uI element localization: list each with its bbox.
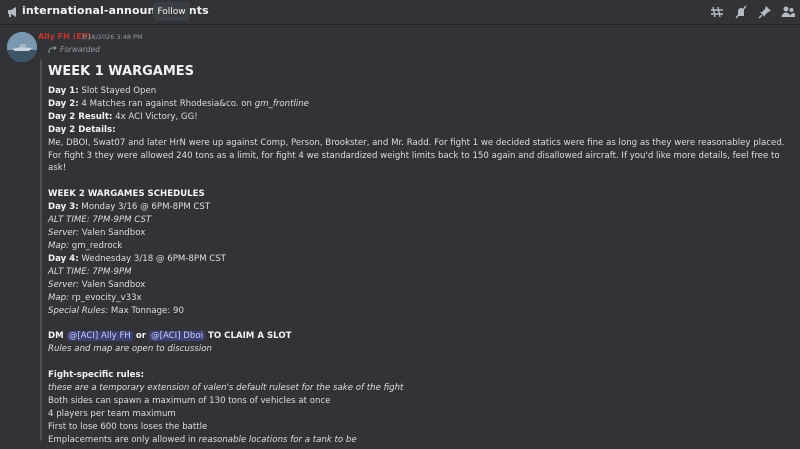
author-avatar[interactable]	[7, 32, 37, 62]
channel-header: international-announcements Follow	[0, 0, 800, 25]
day4-label: Day 4:	[48, 253, 79, 264]
day3-label: Day 3:	[48, 202, 79, 213]
day1-line: Day 1: Slot Stayed Open	[48, 85, 788, 98]
fight-rules-note-line: these are a temporary extension of valen…	[48, 382, 788, 395]
message-timestamp: 3/16/2026 3:48 PM	[81, 33, 143, 41]
message-content: WEEK 1 WARGAMES Day 1: Slot Stayed Open …	[48, 63, 788, 447]
rule-4-italic: reasonable locations for a tank to be	[198, 434, 357, 445]
rules-open-note: Rules and map are open to discussion	[48, 344, 212, 355]
day3-map-value: gm_redrock	[69, 240, 123, 251]
forwarded-label: Forwarded	[60, 45, 100, 54]
pin-icon[interactable]	[758, 5, 772, 19]
rule-1: Both sides can spawn a maximum of 130 to…	[48, 396, 331, 407]
member-list-icon[interactable]	[781, 5, 795, 19]
day4-server-line: Server: Valen Sandbox	[48, 279, 788, 292]
forward-arrow-icon	[48, 45, 57, 53]
mute-icon[interactable]	[734, 5, 748, 19]
day4-alt-time: ALT TIME: 7PM-9PM	[48, 266, 132, 277]
day4-server-value: Valen Sandbox	[79, 279, 146, 290]
dm-prefix: DM	[48, 331, 67, 342]
day3-server-label: Server:	[48, 228, 80, 239]
day2-result-line: Day 2 Result: 4x ACI Victory, GG!	[48, 111, 788, 124]
day4-map-label: Map:	[48, 292, 70, 303]
day4-map-value: rp_evocity_v33x	[69, 292, 142, 303]
dm-line: DM @[ACI] Ally FH or @[ACI] Dboi TO CLAI…	[48, 330, 788, 343]
day4-value: Wednesday 3/18 @ 6PM-8PM CST	[78, 253, 226, 264]
rule-2: 4 players per team maximum	[48, 408, 176, 419]
week2-heading-line: WEEK 2 WARGAMES SCHEDULES	[48, 188, 788, 201]
follow-button[interactable]: Follow	[153, 2, 190, 21]
day2-line: Day 2: 4 Matches ran against Rhodesia&co…	[48, 98, 788, 111]
day2-map: gm_frontline	[254, 98, 309, 109]
day4-map-line: Map: rp_evocity_v33x	[48, 292, 788, 305]
dm-or: or	[132, 331, 149, 342]
day2-details-label-line: Day 2 Details:	[48, 124, 788, 137]
day3-server-line: Server: Valen Sandbox	[48, 227, 788, 240]
mention-ally[interactable]: @[ACI] Ally FH	[66, 331, 133, 342]
day2-details-label: Day 2 Details:	[48, 124, 116, 135]
fight-rules-heading: Fight-specific rules:	[48, 370, 145, 381]
forwarded-indicator: Forwarded	[48, 45, 100, 54]
mention-dboi[interactable]: @[ACI] Dboi	[149, 331, 206, 342]
announcement-channel-icon	[8, 7, 16, 17]
day4-rules-label: Special Rules:	[48, 305, 109, 316]
forward-quote-bar	[40, 59, 42, 441]
day3-alt-time: ALT TIME: 7PM-9PM CST	[48, 215, 152, 226]
avatar-image	[7, 32, 37, 62]
day3-map-line: Map: gm_redrock	[48, 240, 788, 253]
day1-value: Slot Stayed Open	[78, 86, 157, 96]
rules-open-line: Rules and map are open to discussion	[48, 343, 788, 356]
threads-icon[interactable]	[710, 5, 724, 19]
day4-rules-line: Special Rules: Max Tonnage: 90	[48, 305, 788, 318]
day2-result-label: Day 2 Result:	[48, 111, 113, 122]
rule-4-prefix: Emplacements are only allowed in	[48, 434, 199, 445]
day2-details-text: Me, DBOI, Swat07 and later HrN were up a…	[48, 137, 785, 174]
day2-result-value: 4x ACI Victory, GG!	[112, 111, 198, 122]
day3-map-label: Map:	[48, 240, 70, 251]
rule-4: Emplacements are only allowed in reasona…	[48, 434, 788, 447]
day1-label: Day 1:	[48, 86, 79, 96]
rule-3: First to lose 600 tons loses the battle	[48, 421, 208, 432]
fight-rules-heading-line: Fight-specific rules:	[48, 369, 788, 382]
dm-suffix: TO CLAIM A SLOT	[205, 331, 292, 342]
day2-value: 4 Matches ran against Rhodesia&co. on	[78, 98, 255, 109]
day3-line: Day 3: Monday 3/16 @ 6PM-8PM CST	[48, 201, 788, 214]
day4-line: Day 4: Wednesday 3/18 @ 6PM-8PM CST	[48, 253, 788, 266]
day3-alt-line: ALT TIME: 7PM-9PM CST	[48, 214, 788, 227]
week2-heading: WEEK 2 WARGAMES SCHEDULES	[48, 189, 205, 200]
day3-value: Monday 3/16 @ 6PM-8PM CST	[78, 202, 211, 213]
day2-label: Day 2:	[48, 98, 79, 109]
day4-alt-line: ALT TIME: 7PM-9PM	[48, 266, 788, 279]
day4-rules-value: Max Tonnage: 90	[108, 305, 184, 316]
message-title: WEEK 1 WARGAMES	[48, 64, 195, 79]
day4-server-label: Server:	[48, 279, 80, 290]
day3-server-value: Valen Sandbox	[79, 228, 146, 239]
fight-rules-note: these are a temporary extension of valen…	[48, 383, 404, 394]
